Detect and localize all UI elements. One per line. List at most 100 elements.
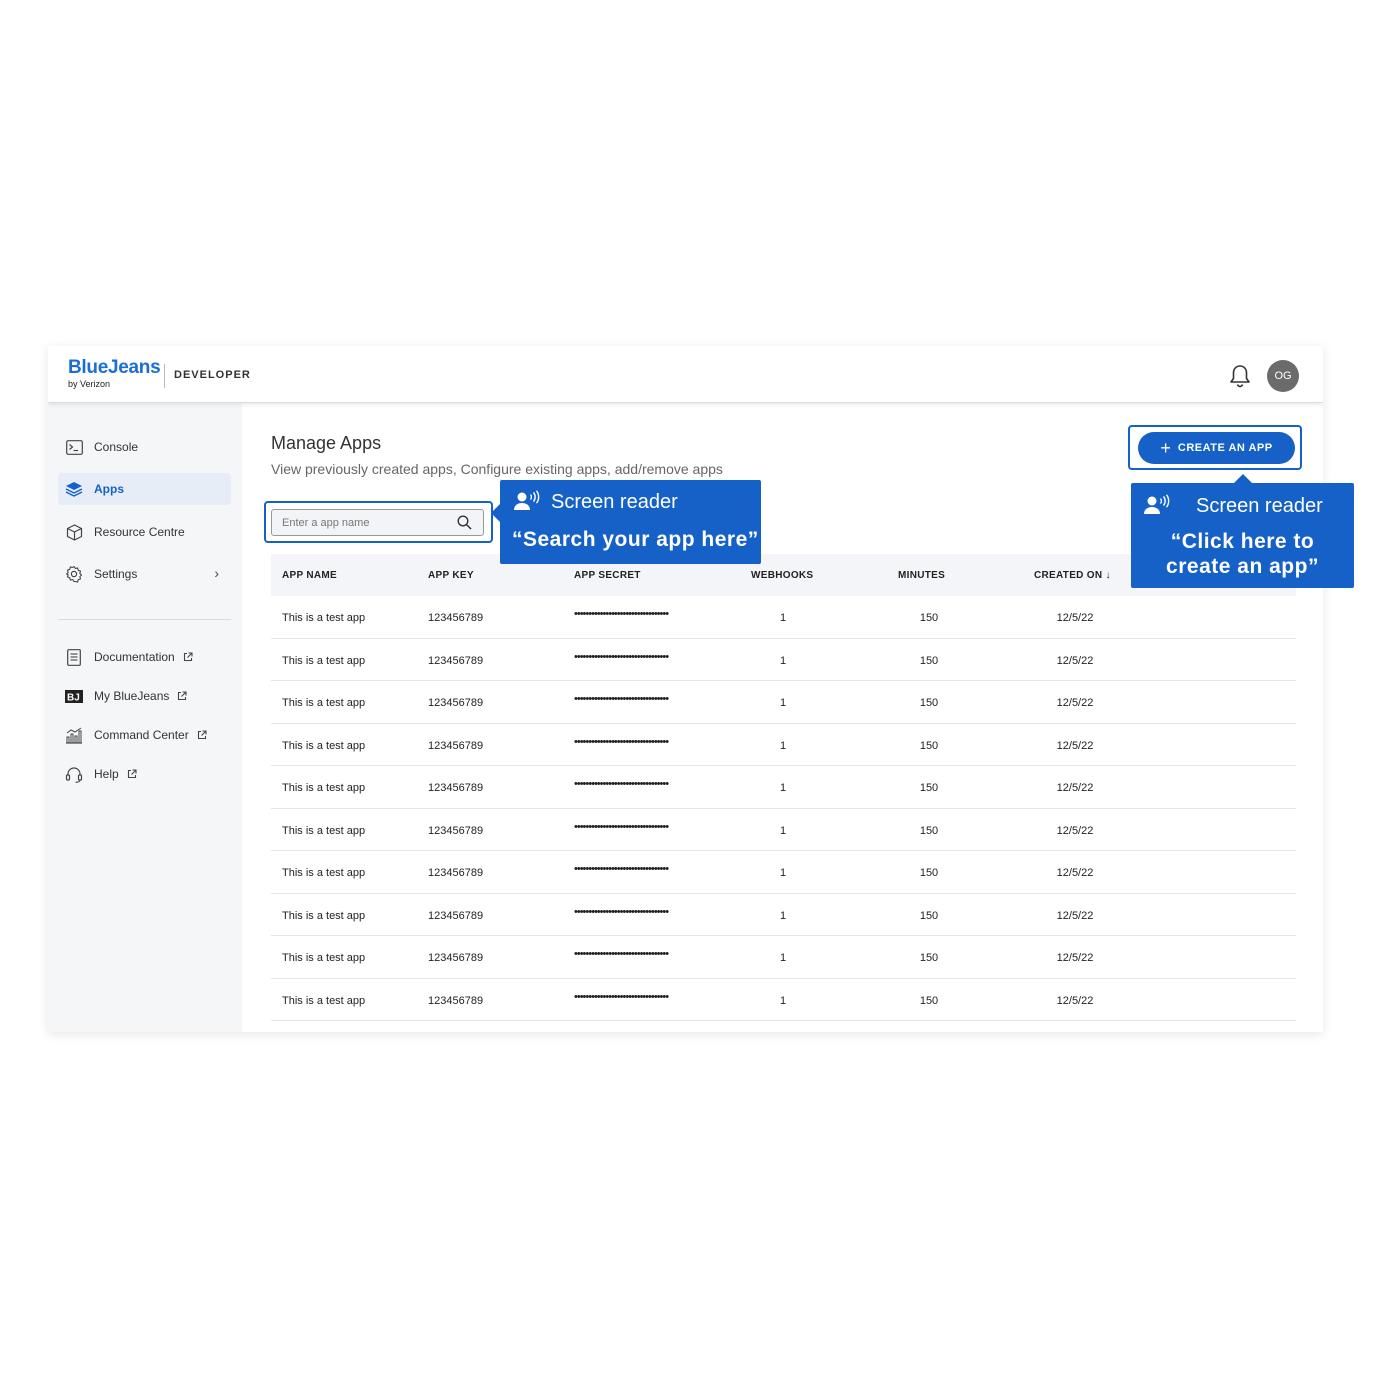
cell-app-key: 123456789 <box>428 994 484 1007</box>
column-header-webhooks[interactable]: WEBHOOKS <box>751 570 813 581</box>
sidebar-item-apps[interactable]: Apps <box>58 473 231 505</box>
brand-logo[interactable]: BlueJeans by Verizon <box>68 358 161 390</box>
top-bar: BlueJeans by Verizon DEVELOPER OG <box>48 346 1323 403</box>
column-header-minutes[interactable]: MINUTES <box>898 570 945 581</box>
cell-created-on: 12/5/22 <box>1056 739 1094 752</box>
cell-app-name: This is a test app <box>282 612 366 624</box>
tooltip-heading-label: Screen reader <box>551 490 678 513</box>
cell-app-secret: ••••••••••••••••••••••••••••••••• <box>574 905 669 918</box>
document-icon <box>65 648 83 666</box>
cell-minutes: 150 <box>919 782 939 794</box>
tooltip-quote-line: “Click here to <box>1170 530 1315 553</box>
cell-app-secret: ••••••••••••••••••••••••••••••••• <box>574 820 669 833</box>
search-input[interactable] <box>272 510 452 535</box>
column-header-app-secret[interactable]: APP SECRET <box>574 570 641 581</box>
cell-webhooks: 1 <box>779 994 787 1007</box>
cell-app-secret: ••••••••••••••••••••••••••••••••• <box>574 693 669 705</box>
cell-created-on: 12/5/22 <box>1056 909 1094 922</box>
avatar[interactable]: OG <box>1267 360 1299 392</box>
table-row[interactable]: This is a test app 123456789 •••••••••••••… <box>271 809 1296 851</box>
table-row[interactable]: This is a test app 123456789 •••••••••••••… <box>271 894 1296 936</box>
table-row[interactable]: This is a test app 123456789 •••••••••••••… <box>271 639 1296 681</box>
sidebar-link-help[interactable]: Help <box>58 758 231 790</box>
cell-minutes: 150 <box>919 739 939 752</box>
cell-created-on: 12/5/22 <box>1056 612 1094 624</box>
column-header-created-on[interactable]: CREATED ON ↓ <box>1034 570 1111 581</box>
apps-table: APP NAME APP KEY APP SECRET WEBHOOKS MIN… <box>271 554 1296 1021</box>
tooltip-arrow <box>491 504 500 522</box>
cell-minutes: 150 <box>919 867 939 879</box>
sidebar-divider <box>58 619 231 620</box>
sidebar-item-settings[interactable]: Settings › <box>58 558 231 590</box>
cell-webhooks: 1 <box>779 612 787 624</box>
search-box <box>271 509 484 536</box>
create-app-button[interactable]: + CREATE AN APP <box>1138 432 1295 464</box>
table-row[interactable]: This is a test app 123456789 •••••••••••••… <box>271 766 1296 809</box>
cell-app-secret: ••••••••••••••••••••••••••••••••• <box>574 650 669 663</box>
svg-text:BJ: BJ <box>67 692 80 703</box>
gear-icon <box>65 565 83 583</box>
table-row[interactable]: This is a test app 123456789 •••••••••••••… <box>271 596 1296 639</box>
table-row[interactable]: This is a test app 123456789 •••••••••••••… <box>271 979 1296 1021</box>
cell-app-secret: ••••••••••••••••••••••••••••••••• <box>574 735 669 748</box>
cell-created-on: 12/5/22 <box>1056 654 1094 667</box>
cell-app-name: This is a test app <box>282 994 366 1007</box>
cell-minutes: 150 <box>919 612 939 624</box>
app-window: BlueJeans by Verizon DEVELOPER OG Consol… <box>48 346 1323 1032</box>
cell-app-name: This is a test app <box>282 909 366 922</box>
cell-webhooks: 1 <box>779 824 787 837</box>
cell-webhooks: 1 <box>779 952 787 964</box>
screen-reader-icon <box>514 490 540 510</box>
cell-minutes: 150 <box>919 824 939 837</box>
cell-minutes: 150 <box>919 654 939 667</box>
analytics-icon <box>65 726 83 744</box>
table-body: This is a test app 123456789 •••••••••••••… <box>271 596 1296 1021</box>
cell-webhooks: 1 <box>779 867 787 879</box>
cell-created-on: 12/5/22 <box>1056 952 1094 964</box>
layers-icon <box>65 480 83 498</box>
search-icon[interactable] <box>457 515 472 530</box>
sidebar-item-label: Console <box>94 440 139 454</box>
cell-webhooks: 1 <box>779 654 787 667</box>
cell-app-name: This is a test app <box>282 867 366 879</box>
section-label: DEVELOPER <box>174 369 251 381</box>
sidebar-link-my-bluejeans[interactable]: BJ My BlueJeans <box>58 680 231 712</box>
cell-app-key: 123456789 <box>428 739 484 752</box>
table-row[interactable]: This is a test app 123456789 •••••••••••••… <box>271 724 1296 766</box>
cell-created-on: 12/5/22 <box>1056 867 1094 879</box>
sidebar-item-resource-centre[interactable]: Resource Centre <box>58 516 231 548</box>
cell-app-key: 123456789 <box>428 782 484 794</box>
column-header-app-key[interactable]: APP KEY <box>428 570 474 581</box>
sidebar-item-console[interactable]: Console <box>58 431 231 463</box>
table-row[interactable]: This is a test app 123456789 •••••••••••••… <box>271 936 1296 979</box>
cell-minutes: 150 <box>919 909 939 922</box>
page-title: Manage Apps <box>271 433 382 453</box>
bell-icon[interactable] <box>1228 363 1252 389</box>
screen-reader-tooltip-search: Screen reader “Search your app here” <box>491 480 761 564</box>
bluejeans-logo-icon: BJ <box>65 687 83 705</box>
table-row[interactable]: This is a test app 123456789 •••••••••••••… <box>271 851 1296 894</box>
tooltip-quote: “Search your app here” <box>512 528 759 551</box>
sidebar: Console Apps Resource Centre Settings › <box>48 403 242 1032</box>
cell-minutes: 150 <box>919 994 939 1007</box>
screen-reader-icon <box>1144 494 1170 514</box>
cell-webhooks: 1 <box>779 739 787 752</box>
cell-app-name: This is a test app <box>282 824 366 837</box>
cell-app-key: 123456789 <box>428 867 484 879</box>
cell-app-key: 123456789 <box>428 952 484 964</box>
tooltip-quote-line: create an app” <box>1166 555 1319 578</box>
cell-app-secret: ••••••••••••••••••••••••••••••••• <box>574 863 669 875</box>
column-header-app-name[interactable]: APP NAME <box>282 570 337 581</box>
cell-app-secret: ••••••••••••••••••••••••••••••••• <box>574 948 669 960</box>
cell-app-name: This is a test app <box>282 952 366 964</box>
tooltip-arrow <box>1234 474 1252 483</box>
cell-app-key: 123456789 <box>428 612 484 624</box>
sidebar-link-command-center[interactable]: Command Center <box>58 719 231 751</box>
table-row[interactable]: This is a test app 123456789 •••••••••••••… <box>271 681 1296 724</box>
sidebar-link-label: My BlueJeans <box>94 689 170 703</box>
cell-created-on: 12/5/22 <box>1056 994 1094 1007</box>
sidebar-link-documentation[interactable]: Documentation <box>58 641 231 673</box>
cell-app-secret: ••••••••••••••••••••••••••••••••• <box>574 990 669 1003</box>
tooltip-heading-label: Screen reader <box>1196 494 1323 517</box>
sidebar-item-label: Settings <box>94 567 138 581</box>
